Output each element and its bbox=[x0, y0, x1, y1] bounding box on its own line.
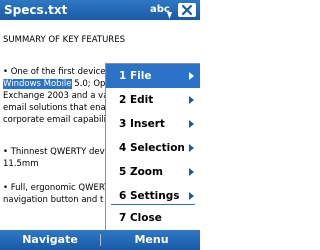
menu-item-label: 1 File bbox=[119, 70, 152, 82]
chevron-right-icon bbox=[189, 120, 194, 128]
softkey-divider bbox=[100, 234, 101, 246]
menu-item-edit[interactable]: 2 Edit bbox=[106, 88, 200, 112]
text-line: Exchange 2003 and a vari bbox=[3, 91, 115, 101]
chevron-right-icon bbox=[189, 168, 194, 176]
chevron-right-icon bbox=[189, 96, 194, 104]
menu-item-zoom[interactable]: 5 Zoom bbox=[106, 160, 200, 184]
menu-item-close[interactable]: 7 Close bbox=[106, 206, 200, 230]
text-line: • Full, ergonomic QWERT bbox=[3, 183, 110, 193]
menu-softkey[interactable]: Menu bbox=[103, 230, 200, 250]
context-menu: 1 File 2 Edit 3 Insert 4 Selection 5 Zoo… bbox=[105, 63, 200, 230]
close-icon[interactable] bbox=[177, 2, 197, 18]
menu-item-label: 3 Insert bbox=[119, 118, 165, 130]
text-line: • One of the first devices bbox=[3, 67, 110, 77]
text-line: email solutions that enab bbox=[3, 103, 112, 113]
title-bar: Specs.txt abc bbox=[0, 0, 200, 20]
softkey-bar: Navigate Menu bbox=[0, 230, 200, 250]
text-fragment: 5.0; Opt bbox=[71, 79, 109, 89]
menu-item-file[interactable]: 1 File bbox=[106, 64, 200, 88]
paragraph-feature-3: • Full, ergonomic QWERT navigation butto… bbox=[3, 182, 109, 206]
menu-separator bbox=[111, 204, 195, 205]
paragraph-feature-2: • Thinnest QWERTY device 11.5mm bbox=[3, 146, 117, 170]
text-line: • Thinnest QWERTY device bbox=[3, 147, 117, 157]
menu-item-label: 7 Close bbox=[119, 212, 162, 224]
menu-item-insert[interactable]: 3 Insert bbox=[106, 112, 200, 136]
document-heading: SUMMARY OF KEY FEATURES bbox=[3, 35, 125, 45]
chevron-right-icon bbox=[189, 144, 194, 152]
text-line: navigation button and t bbox=[3, 195, 104, 205]
chevron-right-icon bbox=[189, 192, 194, 200]
arrow-down-icon[interactable] bbox=[167, 5, 172, 19]
text-line: 11.5mm bbox=[3, 159, 39, 169]
navigate-softkey[interactable]: Navigate bbox=[0, 230, 100, 250]
menu-item-label: 5 Zoom bbox=[119, 166, 163, 178]
menu-item-selection[interactable]: 4 Selection bbox=[106, 136, 200, 160]
text-line: Windows Mobile 5.0; Opt bbox=[3, 78, 114, 90]
chevron-right-icon bbox=[189, 72, 194, 80]
window-title: Specs.txt bbox=[4, 3, 68, 17]
paragraph-feature-1: • One of the first devices Windows Mobil… bbox=[3, 66, 114, 126]
highlighted-text[interactable]: Windows Mobile bbox=[3, 79, 72, 89]
menu-item-label: 4 Selection bbox=[119, 142, 185, 154]
text-line: corporate email capabilit bbox=[3, 115, 110, 125]
menu-item-label: 2 Edit bbox=[119, 94, 154, 106]
